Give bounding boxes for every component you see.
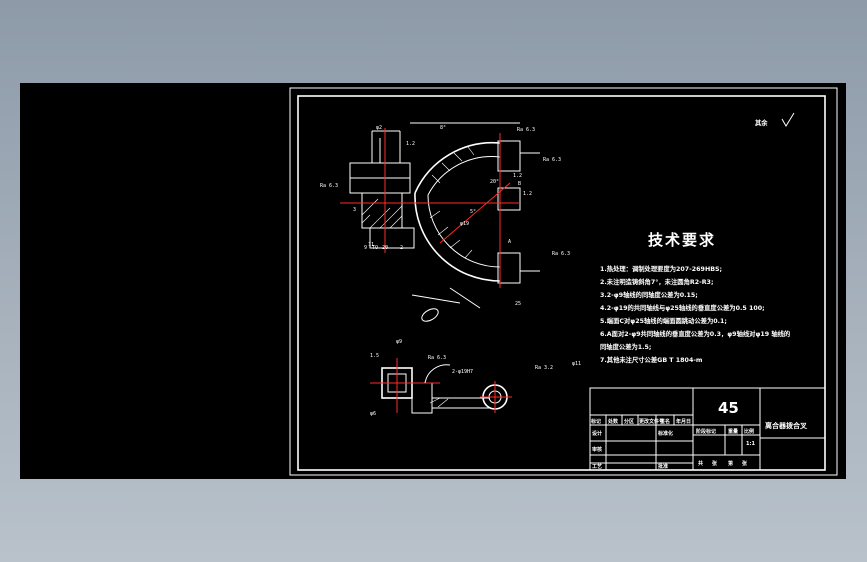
requirement-line: 同轴度公差为1.5; [600,342,651,351]
side-view [370,358,512,414]
drawing-viewport[interactable]: φ2 1.2 8° Ra 6.3 Ra 6.3 Ra 6.3 Ra 6.3 20… [20,83,846,479]
svg-text:设计: 设计 [592,430,602,437]
svg-text:共: 共 [698,460,703,467]
requirement-line: 5.端面C对φ25轴线的端面圆跳动公差为0.1; [600,316,727,325]
dim-label: 8° [440,125,446,131]
requirement-line: 3.2-φ9轴线的同轴度公差为0.15; [600,290,698,299]
svg-text:工艺: 工艺 [592,463,602,470]
svg-text:签名: 签名 [659,418,670,425]
technical-requirements: 技术要求 1.热处理：调制处理要度为207-269HBS; 2.未注明造铸斜角7… [600,231,790,364]
svg-text:标记: 标记 [590,418,601,425]
dim-label: φ11 [572,361,581,367]
dim-label: 1.2 [523,191,532,197]
dim-label: 5° [470,209,476,215]
svg-text:1:1: 1:1 [746,441,755,447]
svg-text:重量: 重量 [728,428,738,435]
svg-text:审核: 审核 [592,446,602,453]
dim-label: φ2 [376,125,382,131]
dim-label: φ9 [396,339,402,345]
dim-label: 2-φ19H7 [452,369,473,375]
dim-label: φ19 [460,221,469,227]
svg-text:第: 第 [728,460,733,467]
roughness-symbol-icon [781,112,795,127]
dim-label: φ6 [370,411,376,417]
side-view-dimensions: φ9 Ra 6.3 2-φ19H7 Ra 3.2 φ11 1.5 φ6 [370,339,581,417]
dim-label: B [518,181,521,187]
dim-label: Ra 6.3 [320,183,338,189]
requirements-title: 技术要求 [648,231,716,249]
dim-label: Ra 6.3 [543,157,561,163]
svg-text:分区: 分区 [624,418,634,425]
dim-label: Ra 6.3 [552,251,570,257]
svg-text:张: 张 [742,460,748,467]
main-view-dimensions: φ2 1.2 8° Ra 6.3 Ra 6.3 Ra 6.3 Ra 6.3 20… [320,125,570,307]
requirement-line: 2.未注明造铸斜角7°，未注圆角R2-R3; [600,277,713,286]
dim-label: 3 [353,207,356,213]
dim-label: Ra 6.3 [517,127,535,133]
material-label: 45 [718,399,739,417]
corner-roughness-note: 其余 [755,112,795,127]
dim-label: Ra 6.3 [428,355,446,361]
dim-label: TO [372,245,378,251]
part-name: 离合器拨合叉 [765,421,808,430]
dim-label: A [508,239,511,245]
dim-label: 1.2 [513,173,522,179]
dim-label: 9 [364,245,367,251]
requirement-line: 7.其他未注尺寸公差GB T 1804-m [600,355,703,364]
requirement-line: 4.2-φ19的共同轴线与φ25轴线的垂直度公差为0.5 100; [600,303,765,312]
title-block: 45 离合器拨合叉 标记 处数 分区 更改文件号 签名 年月日 设计 标准化 审… [589,387,826,471]
dim-label: 1.2 [406,141,415,147]
dim-label: Ra 3.2 [535,365,553,371]
dim-label: 2 [400,245,403,251]
dim-label: 20° [490,179,499,185]
sheet-inner-border [297,95,826,471]
cad-drawing-canvas[interactable]: φ2 1.2 8° Ra 6.3 Ra 6.3 Ra 6.3 Ra 6.3 20… [20,83,846,479]
main-view [340,122,540,322]
svg-text:比例: 比例 [744,428,754,435]
dim-label: 25 [515,301,521,307]
svg-text:处数: 处数 [607,418,619,425]
requirement-line: 1.热处理：调制处理要度为207-269HBS; [600,264,722,273]
svg-text:标准化: 标准化 [657,430,673,437]
svg-text:张: 张 [712,460,718,467]
requirement-line: 6.A面对2-φ9共同轴线的垂直度公差为0.3，φ9轴线对φ19 轴线的 [600,329,790,338]
svg-text:年月日: 年月日 [676,418,691,425]
dim-label: 20 [382,245,388,251]
svg-text:批准: 批准 [658,463,668,470]
svg-text:其余: 其余 [755,118,768,127]
svg-text:阶段标记: 阶段标记 [696,428,716,435]
dim-label: 1.5 [370,353,379,359]
